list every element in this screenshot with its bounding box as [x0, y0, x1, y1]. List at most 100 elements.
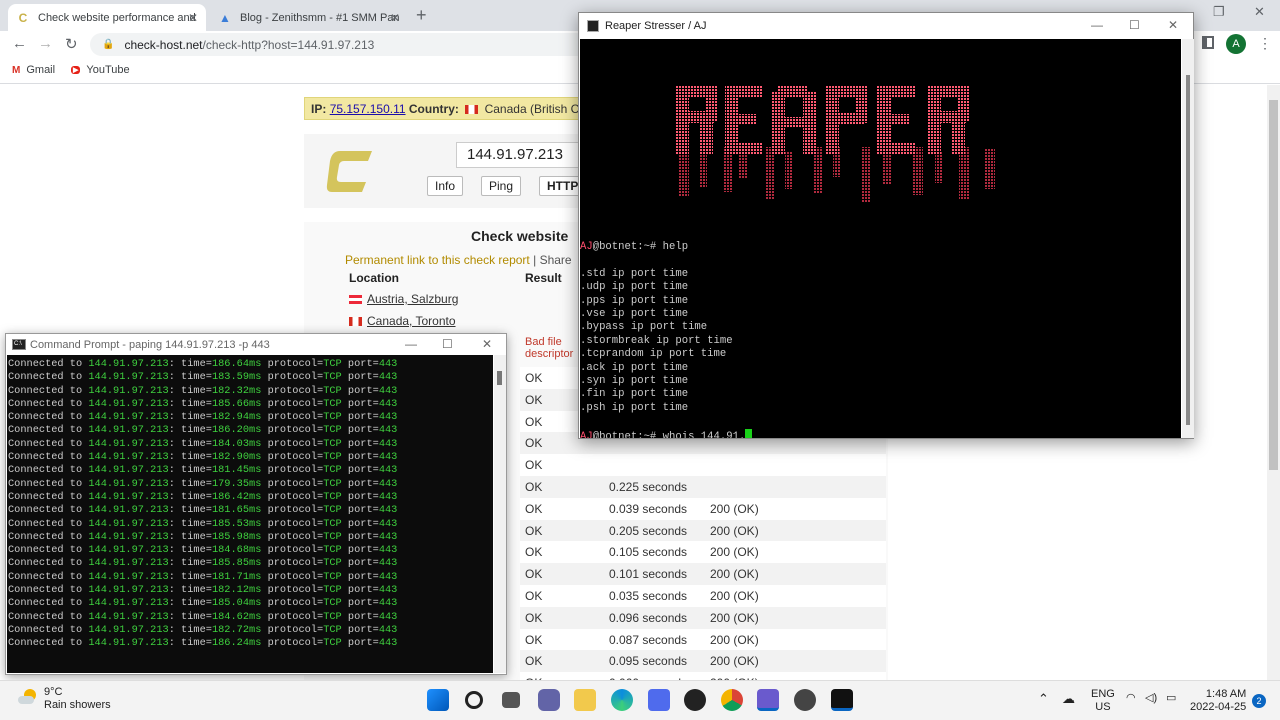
location-name: Austria, Salzburg	[367, 292, 459, 306]
store-icon[interactable]	[648, 689, 670, 711]
tab-zenithsmm[interactable]: ▲ Blog - Zenithsmm - #1 SMM Pan ✕	[210, 4, 408, 31]
cmd-time: 185.85ms	[211, 557, 262, 570]
side-panel-icon[interactable]	[1202, 36, 1214, 49]
forward-icon[interactable]: →	[38, 35, 53, 52]
reaper-scrollbar[interactable]	[1182, 39, 1194, 438]
close-icon[interactable]: ✕	[1168, 18, 1178, 32]
result-row: OK 0.105 seconds 200 (OK)	[520, 541, 886, 564]
start-windows-icon[interactable]	[427, 689, 449, 711]
back-icon[interactable]: ←	[12, 35, 27, 52]
minimize-icon[interactable]: —	[405, 337, 417, 351]
reaper-app-icon[interactable]	[757, 689, 779, 711]
lock-icon: 🔒	[102, 39, 115, 50]
edge-browser-icon[interactable]	[611, 689, 633, 711]
tab-check-host[interactable]: C Check website performance and ✕	[8, 4, 206, 31]
command-prompt-window[interactable]: C:\ Command Prompt - paping 144.91.97.21…	[5, 333, 507, 675]
reaper-ascii-logo	[675, 85, 995, 202]
cmd-protocol: TCP	[323, 504, 342, 517]
minimize-icon[interactable]: —	[1091, 18, 1103, 32]
http-code: 200 (OK)	[710, 632, 759, 647]
maximize-icon[interactable]: ☐	[442, 337, 453, 351]
permalink-bar: Permanent link to this check report | Sh…	[345, 253, 572, 267]
scroll-thumb[interactable]	[1269, 100, 1278, 470]
maximize-icon[interactable]: ☐	[1129, 18, 1140, 32]
visitor-ip-bar: IP: 75.157.150.11 Country: Canada (Briti…	[304, 97, 604, 120]
chrome-icon[interactable]	[721, 689, 743, 711]
app-icon[interactable]	[684, 689, 706, 711]
volume-icon[interactable]: ◁)	[1145, 692, 1157, 705]
battery-icon[interactable]: ▭	[1166, 692, 1176, 705]
cmd-time: 186.64ms	[211, 358, 262, 370]
cmd-port: 443	[378, 517, 398, 530]
new-tab-icon[interactable]: +	[416, 5, 427, 26]
cmd-protocol: TCP	[323, 371, 342, 384]
cmd-protocol: TCP	[323, 623, 342, 636]
attack-command: .std ip port time	[580, 267, 689, 280]
share-link[interactable]: Share	[540, 253, 572, 267]
scroll-thumb[interactable]	[1186, 75, 1190, 425]
cmd-time: 182.72ms	[211, 623, 262, 636]
info-button[interactable]: Info	[427, 176, 464, 196]
reaper-terminal-body[interactable]: AJ@botnet:~# help .std ip port time .udp …	[580, 39, 1181, 438]
location-canada[interactable]: Canada, Toronto	[349, 314, 456, 328]
permalink-link[interactable]: Permanent link to this check report	[345, 253, 530, 267]
cmd-scrollbar[interactable]	[494, 355, 506, 673]
close-tab-icon[interactable]: ✕	[188, 11, 198, 25]
http-code: 200 (OK)	[710, 567, 759, 582]
close-icon[interactable]: ✕	[482, 337, 492, 351]
profile-avatar[interactable]: A	[1226, 34, 1246, 54]
file-explorer-icon[interactable]	[574, 689, 596, 711]
cmd-time: 179.35ms	[211, 477, 262, 490]
close-tab-icon[interactable]: ✕	[390, 11, 400, 25]
attack-command: .ack ip port time	[580, 361, 689, 374]
task-view-icon[interactable]	[502, 692, 520, 708]
cmd-protocol: TCP	[323, 490, 342, 503]
cmd-time: 186.20ms	[211, 424, 262, 437]
weather-widget[interactable]: 9°C Rain showers	[18, 686, 111, 712]
cmd-ip: 144.91.97.213	[88, 437, 169, 450]
restore-icon[interactable]: ❐	[1213, 4, 1225, 20]
cmd-port: 443	[378, 623, 398, 636]
bookmark-label: Gmail	[26, 64, 56, 76]
cmd-line: Connected to 144.91.97.213: time=186.42m…	[8, 490, 398, 503]
onedrive-cloud-icon[interactable]: ☁	[1062, 692, 1075, 705]
location-austria[interactable]: Austria, Salzburg	[349, 292, 458, 306]
bad-file-descriptor: Bad file descriptor	[525, 336, 574, 360]
cmd-output[interactable]: Connected to 144.91.97.213: time=186.64m…	[7, 355, 493, 673]
chevron-up-icon[interactable]: ⌃	[1038, 692, 1049, 705]
result-status: OK	[525, 632, 543, 647]
terminal-app-icon[interactable]	[831, 689, 853, 711]
close-window-icon[interactable]: ✕	[1254, 4, 1265, 20]
menu-kebab-icon[interactable]: ⋮	[1258, 35, 1272, 52]
bookmark-gmail[interactable]: M Gmail	[12, 64, 55, 76]
url-path: /check-http?host=144.91.97.213	[202, 37, 375, 52]
cmd-ip: 144.91.97.213	[88, 584, 169, 597]
bookmark-youtube[interactable]: ▶ YouTube	[71, 64, 130, 76]
host-input[interactable]: 144.91.97.213	[456, 142, 580, 168]
cmd-title-bar[interactable]: C:\ Command Prompt - paping 144.91.97.21…	[6, 334, 506, 355]
tool-app-icon[interactable]	[794, 689, 816, 711]
search-icon[interactable]	[465, 691, 483, 709]
reaper-title-bar[interactable]: Reaper Stresser / AJ — ☐ ✕	[579, 13, 1193, 39]
reaper-terminal-window[interactable]: Reaper Stresser / AJ — ☐ ✕ AJ@botnet:~# …	[578, 12, 1194, 439]
reaper-terminal-output[interactable]: AJ@botnet:~# help .std ip port time .udp …	[580, 241, 753, 438]
windows-taskbar: 9°C Rain showers ⌃ ☁ ENG US ◠ ◁) ▭ 1:48 …	[0, 680, 1280, 720]
cmd-ip: 144.91.97.213	[88, 384, 169, 397]
cmd-port: 443	[378, 610, 398, 623]
reload-icon[interactable]: ↻	[65, 35, 78, 53]
clock[interactable]: 1:48 AM 2022-04-25	[1190, 688, 1246, 714]
teams-chat-icon[interactable]	[538, 689, 560, 711]
notification-badge[interactable]: 2	[1252, 694, 1266, 708]
cmd-line: Connected to 144.91.97.213: time=182.32m…	[8, 384, 398, 397]
language-indicator[interactable]: ENG US	[1091, 688, 1115, 714]
result-status: OK	[525, 545, 543, 560]
result-status: OK	[525, 523, 543, 538]
scroll-thumb[interactable]	[497, 371, 502, 385]
page-scrollbar[interactable]	[1267, 85, 1280, 680]
ip-link[interactable]: 75.157.150.11	[330, 102, 406, 116]
cmd-ip: 144.91.97.213	[88, 570, 169, 583]
result-row: OK 0.087 seconds 200 (OK)	[520, 628, 886, 651]
tab-title: Blog - Zenithsmm - #1 SMM Pan	[240, 11, 400, 24]
ping-button[interactable]: Ping	[481, 176, 522, 196]
wifi-icon[interactable]: ◠	[1126, 692, 1136, 705]
